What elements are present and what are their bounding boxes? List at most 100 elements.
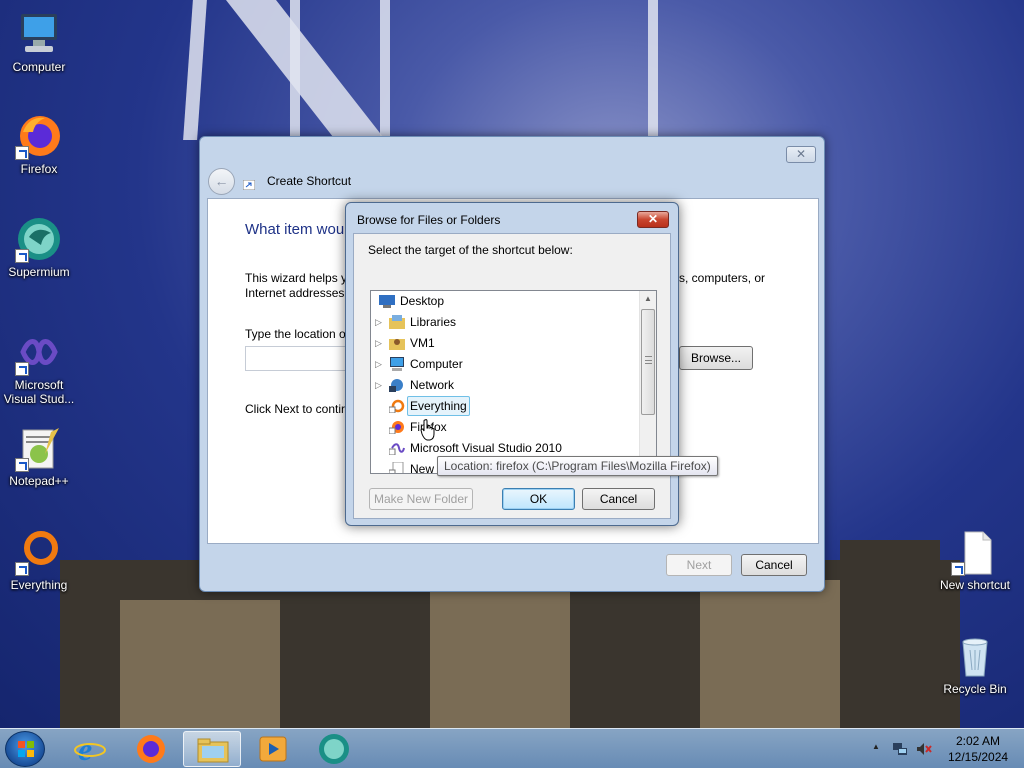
supermium-icon	[15, 215, 63, 263]
taskbar-explorer-button[interactable]	[183, 731, 241, 767]
wizard-cancel-button[interactable]: Cancel	[741, 554, 807, 576]
windows-logo-icon	[18, 741, 34, 757]
tree-item-label: Desktop	[400, 294, 445, 308]
wizard-close-button[interactable]: ✕	[786, 146, 816, 163]
system-tray: ▲ 2:02 AM 12/15/2024	[864, 729, 1024, 768]
libraries-icon	[389, 315, 405, 329]
make-new-folder-button[interactable]: Make New Folder	[369, 488, 473, 510]
folder-tree[interactable]: Desktop ▷ Libraries ▷ VM1 ▷ Computer ▷ N…	[370, 290, 657, 474]
wallpaper-building	[120, 600, 280, 728]
desktop-icon-label: Microsoft Visual Stud...	[3, 378, 75, 406]
browse-dialog-body: Select the target of the shortcut below:…	[353, 233, 671, 519]
shortcut-file-icon	[951, 528, 999, 576]
desktop-icon-notepadpp[interactable]: Notepad++	[1, 424, 77, 488]
browse-cancel-button[interactable]: Cancel	[582, 488, 655, 510]
desktop-icon-label: Firefox	[20, 162, 58, 176]
tree-item-label: Libraries	[410, 315, 457, 329]
hand-cursor-icon	[420, 419, 435, 441]
firefox-shortcut-icon	[389, 421, 404, 434]
supermium-icon	[319, 734, 349, 764]
expand-arrow-icon[interactable]: ▷	[375, 354, 383, 374]
click-next-text: Click Next to contir	[245, 402, 346, 416]
scroll-grip-icon	[645, 356, 652, 364]
svg-text:e: e	[78, 731, 92, 767]
desktop-icon-label: Computer	[12, 60, 66, 74]
user-folder-icon	[389, 339, 405, 350]
wizard-footer: Next Cancel	[207, 544, 819, 584]
everything-icon	[15, 528, 63, 576]
desktop-icon-recycle-bin[interactable]: Recycle Bin	[937, 632, 1013, 696]
shortcut-arrow-icon	[15, 362, 29, 376]
volume-muted-icon[interactable]	[916, 741, 932, 757]
taskbar: e ▲ 2:02 AM 12/15/2024	[0, 728, 1024, 768]
scroll-up-icon[interactable]: ▲	[640, 291, 656, 307]
expand-arrow-icon[interactable]: ▷	[375, 333, 383, 353]
start-button[interactable]	[5, 731, 45, 767]
tree-item-label: New	[410, 462, 435, 474]
shortcut-icon	[389, 462, 404, 473]
wallpaper-beam	[380, 0, 390, 140]
shortcut-arrow-icon	[15, 458, 29, 472]
tray-overflow-chevron-icon[interactable]: ▲	[872, 742, 880, 751]
explorer-icon	[197, 738, 229, 763]
desktop-icon-computer[interactable]: Computer	[1, 10, 77, 74]
network-tray-icon[interactable]	[892, 741, 908, 757]
browse-button[interactable]: Browse...	[679, 346, 753, 370]
ok-button[interactable]: OK	[502, 488, 575, 510]
notepadpp-icon	[15, 424, 63, 472]
wallpaper-building	[700, 580, 840, 728]
desktop-icon-firefox[interactable]: Firefox	[1, 112, 77, 176]
expand-arrow-icon[interactable]: ▷	[375, 375, 383, 395]
tree-item-label: VM1	[410, 336, 435, 350]
next-button[interactable]: Next	[666, 554, 732, 576]
wallpaper-building	[840, 540, 940, 728]
taskbar-media-player-button[interactable]	[244, 731, 302, 767]
shortcut-arrow-icon	[15, 249, 29, 263]
clock-time: 2:02 AM	[955, 734, 1001, 748]
recycle-bin-icon	[951, 632, 999, 680]
back-arrow-icon[interactable]: ←	[208, 168, 235, 195]
desktop-icon	[379, 295, 395, 308]
shortcut-title-icon	[243, 180, 255, 190]
browse-dialog: Browse for Files or Folders ✕ Select the…	[345, 202, 679, 526]
shortcut-arrow-icon	[15, 562, 29, 576]
shortcut-arrow-icon	[15, 146, 29, 160]
desktop-icon-label: New shortcut	[939, 578, 1011, 592]
visual-studio-icon	[15, 328, 63, 376]
firefox-icon	[15, 112, 63, 160]
tree-item-label: Computer	[410, 357, 463, 371]
browse-dialog-close-button[interactable]: ✕	[637, 211, 669, 228]
wallpaper-beam	[648, 0, 658, 140]
taskbar-supermium-button[interactable]	[305, 731, 363, 767]
tree-item-label: Everything	[407, 396, 470, 416]
desktop-icon-supermium[interactable]: Supermium	[1, 215, 77, 279]
type-location-label: Type the location o	[245, 327, 346, 341]
tree-item-label: Network	[410, 378, 455, 392]
wizard-description-end: s, computers, or	[679, 271, 766, 285]
shortcut-arrow-icon	[951, 562, 965, 576]
wizard-description-start: This wizard helps yo	[245, 271, 354, 285]
media-player-icon	[259, 736, 287, 762]
scrollbar-thumb[interactable]	[641, 309, 655, 415]
desktop-icon-visual-studio[interactable]: Microsoft Visual Stud...	[1, 328, 77, 406]
tree-scrollbar[interactable]: ▲	[639, 291, 656, 473]
wizard-heading: What item wou	[245, 221, 345, 238]
wizard-description-line2: Internet addresses.	[245, 286, 348, 300]
desktop-icon-new-shortcut[interactable]: New shortcut	[937, 528, 1013, 592]
everything-shortcut-icon	[389, 399, 405, 413]
expand-arrow-icon[interactable]: ▷	[375, 312, 383, 332]
desktop-icon-label: Recycle Bin	[943, 682, 1007, 696]
desktop-icon-everything[interactable]: Everything	[1, 528, 77, 592]
network-icon	[389, 379, 403, 392]
clock-date: 12/15/2024	[948, 750, 1009, 764]
computer-icon	[390, 357, 404, 371]
computer-icon	[15, 10, 63, 58]
taskbar-firefox-button[interactable]	[122, 731, 180, 767]
clock[interactable]: 2:02 AM 12/15/2024	[948, 733, 1008, 765]
taskbar-ie-button[interactable]: e	[61, 731, 119, 767]
wizard-title: Create Shortcut	[267, 174, 352, 188]
browse-dialog-prompt: Select the target of the shortcut below:	[368, 243, 573, 257]
firefox-icon	[137, 735, 165, 763]
browse-dialog-title: Browse for Files or Folders	[357, 213, 501, 227]
desktop-icon-label: Notepad++	[9, 474, 69, 488]
